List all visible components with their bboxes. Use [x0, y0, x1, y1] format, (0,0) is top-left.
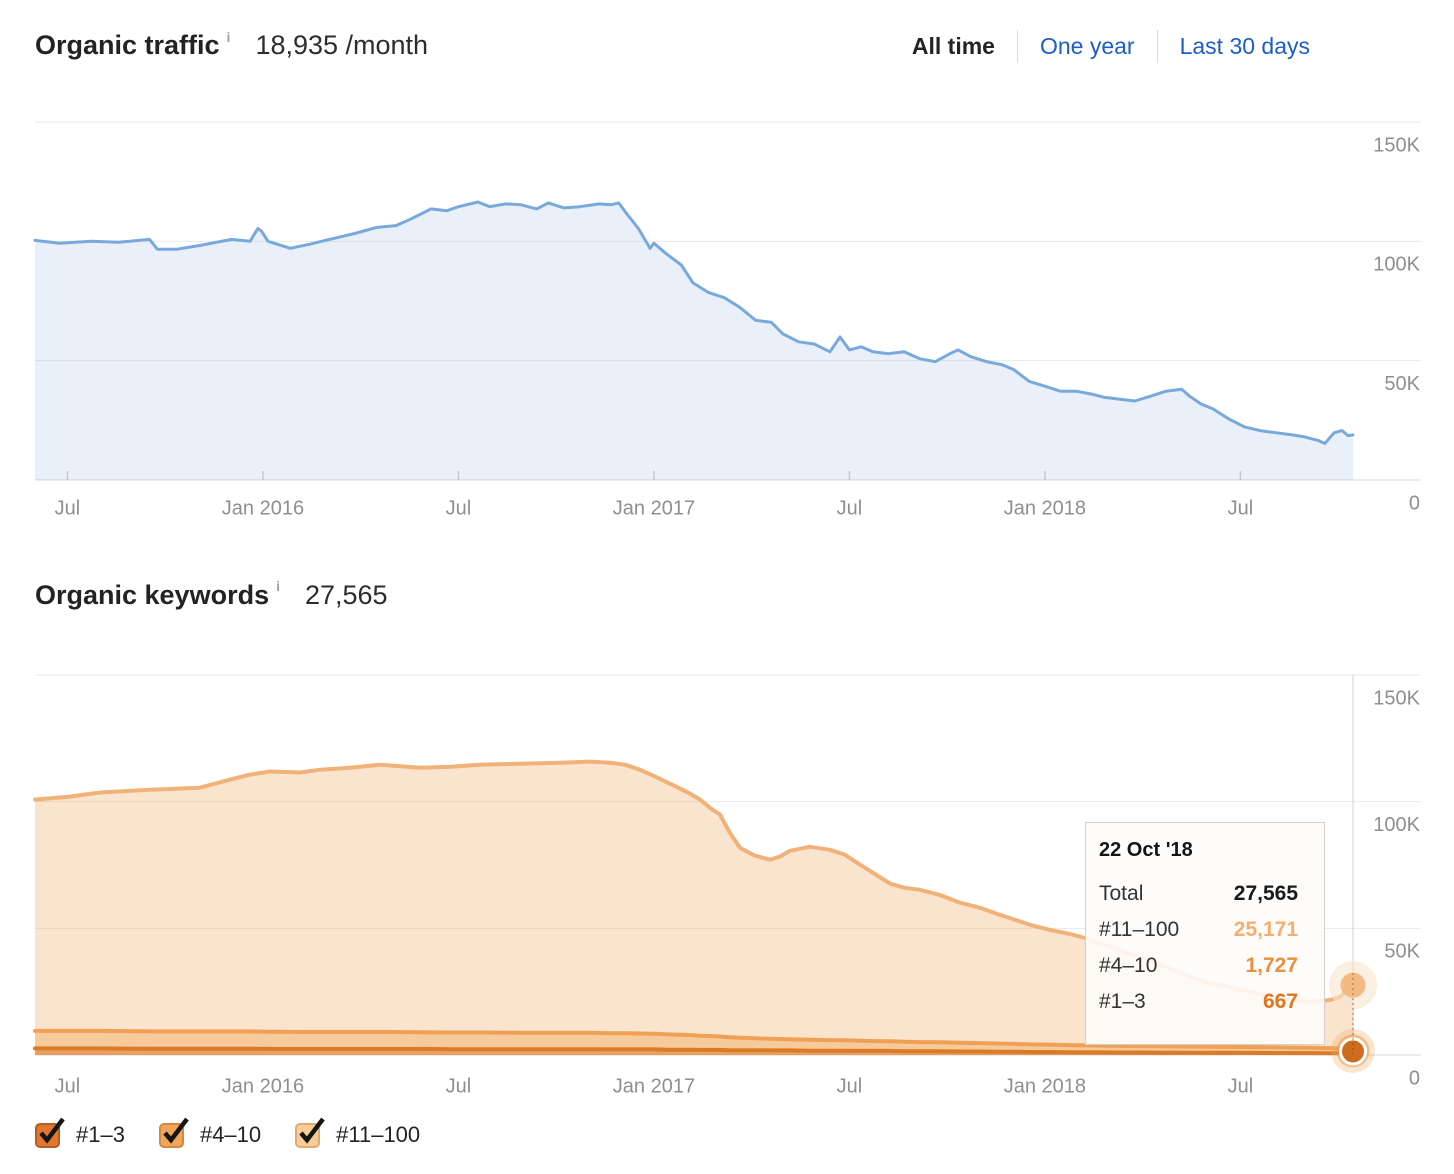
chart-tooltip: 22 Oct '18 Total27,565#11–10025,171#4–10… — [1085, 822, 1325, 1045]
y-axis-label: 50K — [1384, 373, 1420, 395]
legend-checkbox-11-100[interactable] — [295, 1123, 320, 1148]
x-axis-label: Jul — [837, 497, 863, 519]
checkmark-icon — [295, 1113, 327, 1147]
tooltip-row-4-10: #4–10 1,727 — [1099, 948, 1298, 984]
checkmark-icon — [159, 1113, 191, 1147]
legend-label: #4–10 — [200, 1122, 261, 1148]
keywords-legend: #1–3 #4–10 #11–100 — [35, 1122, 420, 1148]
keywords-value: 27,565 — [305, 580, 388, 611]
tooltip-row-total: Total 27,565 — [1099, 876, 1298, 912]
info-icon[interactable]: i — [227, 29, 231, 45]
legend-item-11-100[interactable]: #11–100 — [295, 1122, 420, 1148]
date-range-switcher: All time One year Last 30 days — [912, 30, 1310, 63]
tooltip-date: 22 Oct '18 — [1099, 839, 1298, 862]
x-axis-label: Jan 2018 — [1004, 1075, 1086, 1097]
keywords-header: Organic keywords i 27,565 — [35, 580, 1419, 611]
keywords-chart-area: Jul Jan 2016 Jul Jan 2017 Jul Jan 2018 Jul 150K… — [0, 640, 1454, 1115]
tooltip-row-11-100: #11–100 25,171 — [1099, 912, 1298, 948]
checkmark-icon — [35, 1113, 67, 1147]
tooltip-row-value: 1,727 — [1245, 948, 1298, 984]
x-axis-label: Jan 2016 — [222, 1075, 304, 1097]
x-axis-label: Jul — [446, 1075, 472, 1097]
x-axis-label: Jan 2017 — [613, 1075, 695, 1097]
info-icon[interactable]: i — [276, 578, 280, 594]
x-axis-label: Jan 2016 — [222, 497, 304, 519]
tooltip-row-1-3: #1–3 667 — [1099, 984, 1298, 1020]
tooltip-row-value: 27,565 — [1234, 876, 1298, 912]
tooltip-row-label: #1–3 — [1099, 984, 1146, 1020]
range-divider — [1017, 30, 1018, 63]
legend-item-1-3[interactable]: #1–3 — [35, 1122, 125, 1148]
tooltip-row-value: 667 — [1263, 984, 1298, 1020]
y-axis-label: 50K — [1384, 941, 1420, 963]
x-axis-label: Jul — [837, 1075, 863, 1097]
y-axis-label: 150K — [1373, 134, 1420, 156]
legend-checkbox-4-10[interactable] — [159, 1123, 184, 1148]
x-axis-label: Jan 2017 — [613, 497, 695, 519]
traffic-value: 18,935 /month — [255, 30, 428, 61]
x-axis-label: Jan 2018 — [1004, 497, 1086, 519]
traffic-header: Organic traffic i 18,935 /month All time… — [35, 30, 1419, 63]
tooltip-row-label: Total — [1099, 876, 1143, 912]
x-axis-label: Jul — [1228, 497, 1254, 519]
tooltip-row-value: 25,171 — [1234, 912, 1298, 948]
y-axis-label: 150K — [1373, 687, 1420, 709]
x-axis-label: Jul — [55, 497, 81, 519]
y-axis-label: 0 — [1409, 492, 1420, 514]
legend-label: #1–3 — [76, 1122, 125, 1148]
legend-checkbox-1-3[interactable] — [35, 1123, 60, 1148]
legend-item-4-10[interactable]: #4–10 — [159, 1122, 261, 1148]
range-divider — [1157, 30, 1158, 63]
y-axis-label: 0 — [1409, 1067, 1420, 1089]
traffic-title: Organic traffic — [35, 30, 220, 61]
tooltip-row-label: #4–10 — [1099, 948, 1157, 984]
organic-traffic-chart[interactable]: Jul Jan 2016 Jul Jan 2017 Jul Jan 2018 Jul 150K… — [0, 100, 1454, 540]
range-button-last-30-days[interactable]: Last 30 days — [1180, 33, 1310, 60]
hover-marker-1-3 — [1341, 1039, 1366, 1064]
legend-label: #11–100 — [336, 1122, 420, 1148]
y-axis-label: 100K — [1373, 254, 1420, 276]
x-axis-label: Jul — [55, 1075, 81, 1097]
keywords-title: Organic keywords — [35, 580, 269, 611]
x-axis-label: Jul — [1228, 1075, 1254, 1097]
x-axis-label: Jul — [446, 497, 472, 519]
y-axis-label: 100K — [1373, 814, 1420, 836]
tooltip-row-label: #11–100 — [1099, 912, 1179, 948]
range-button-one-year[interactable]: One year — [1040, 33, 1135, 60]
range-button-all-time[interactable]: All time — [912, 33, 995, 60]
traffic-area — [35, 202, 1353, 480]
